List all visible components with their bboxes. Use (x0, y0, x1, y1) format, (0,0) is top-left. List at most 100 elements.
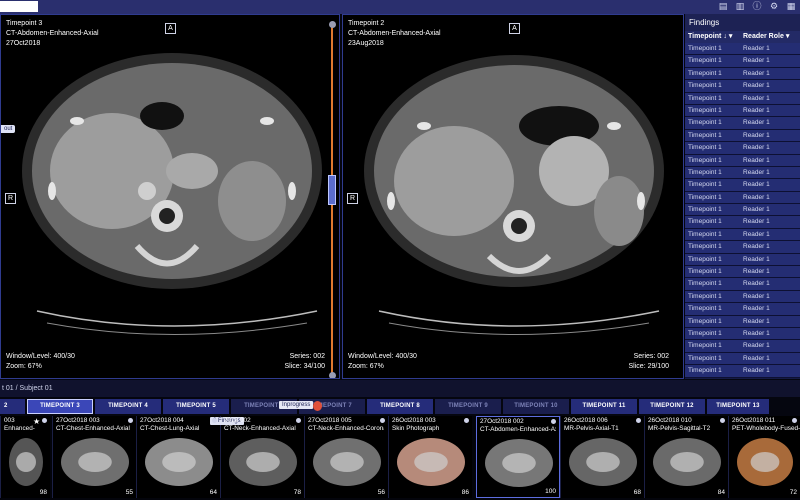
finding-timepoint: Timepoint 1 (688, 131, 722, 139)
column-reader-role[interactable]: Reader Role ▾ (740, 31, 800, 43)
finding-timepoint: Timepoint 1 (688, 156, 722, 164)
series-thumbnail[interactable]: 27Oct2018 004 CT-Chest-Lung-Axial 64 (136, 416, 220, 498)
tab-timepoint[interactable]: 2 (0, 399, 25, 414)
series-thumbnail[interactable]: 27Oct2018 005 CT-Neck-Enhanced-Coronal 56 (304, 416, 388, 498)
finding-timepoint: Timepoint 1 (688, 82, 722, 90)
finding-row[interactable]: Timepoint 1 Reader 1 (685, 216, 800, 229)
finding-reader-role: Reader 1 (743, 305, 770, 313)
info-icon[interactable]: ⓘ (752, 2, 762, 12)
finding-row[interactable]: Timepoint 1 Reader 1 (685, 55, 800, 68)
viewport-info-bottom-right: Series: 002 Slice: 29/100 (628, 353, 669, 370)
finding-row[interactable]: Timepoint 1 Reader 1 (685, 204, 800, 217)
thumbnail-status-icon (792, 418, 797, 423)
scrollbar-thumb[interactable] (328, 175, 336, 205)
viewport-left[interactable]: Timepoint 3 CT-Abdomen-Enhanced-Axial 27… (0, 14, 340, 379)
finding-row[interactable]: Timepoint 1 Reader 1 (685, 166, 800, 180)
image-count: 78 (293, 489, 301, 496)
filter-icon[interactable]: ▾ (786, 31, 790, 43)
findings-table-body: Timepoint 1 Reader 1 Timepoint 1 Reader 1 Ti… (685, 43, 800, 378)
finding-reader-role: Reader 1 (743, 255, 770, 263)
thumbnail-title: 26Oct2018 011PET-Wholebody-Fused-Axial (732, 417, 800, 432)
finding-row[interactable]: Timepoint 1 Reader 1 (685, 340, 800, 353)
thumbnail-status-icon (464, 418, 469, 423)
gear-icon[interactable]: ⚙ (769, 2, 779, 12)
orientation-marker-top: A (509, 23, 520, 34)
finding-reader-role: Reader 1 (743, 218, 770, 226)
tab-timepoint[interactable]: TIMEPOINT 9 (435, 399, 501, 414)
finding-row[interactable]: Timepoint 1 Reader 1 (685, 303, 800, 316)
viewport-info-bottom-right: Series: 002 Slice: 34/100 (284, 353, 325, 370)
finding-row[interactable]: Timepoint 1 Reader 1 (685, 154, 800, 167)
finding-row[interactable]: Timepoint 1 Reader 1 (685, 327, 800, 341)
finding-reader-role: Reader 1 (743, 131, 770, 139)
finding-row[interactable]: Timepoint 1 Reader 1 (685, 241, 800, 254)
scroll-up-icon[interactable] (329, 21, 336, 28)
finding-row[interactable]: Timepoint 1 Reader 1 (685, 80, 800, 93)
finding-reader-role: Reader 1 (743, 268, 770, 276)
top-bar: ▤ ▥ ⓘ ⚙ ▦ (0, 0, 800, 14)
tab-timepoint[interactable]: TIMEPOINT 13 (707, 399, 769, 414)
finding-reader-role: Reader 1 (743, 342, 770, 350)
series-thumbnail[interactable]: 26Oct2018 006 MR-Pelvis-Axial-T1 68 (560, 416, 644, 498)
tab-timepoint[interactable]: TIMEPOINT 3 (27, 399, 93, 414)
tab-timepoint[interactable]: TIMEPOINT 5 (163, 399, 229, 414)
folder-icon[interactable]: ▤ (718, 2, 728, 12)
finding-row[interactable]: Timepoint 1 Reader 1 (685, 104, 800, 118)
side-panel-tab[interactable]: out (1, 125, 16, 133)
status-badge (313, 401, 322, 411)
column-timepoint[interactable]: Timepoint ↓ ▾ (685, 31, 740, 43)
series-thumbnail[interactable]: 003 Enhanced- 98 (0, 416, 50, 498)
finding-row[interactable]: Timepoint 1 Reader 1 (685, 92, 800, 105)
finding-row[interactable]: Timepoint 1 Reader 1 (685, 290, 800, 304)
series-thumbnail[interactable]: 2018 002 CT-Neck-Enhanced-Axial 78 (220, 416, 304, 498)
finding-row[interactable]: Timepoint 1 Reader 1 (685, 315, 800, 328)
finding-row[interactable]: Timepoint 1 Reader 1 (685, 117, 800, 130)
star-icon[interactable]: ★ (33, 417, 40, 426)
viewport-info-bottom-left: Window/Level: 400/30 Zoom: 67% (6, 353, 75, 370)
finding-reader-role: Reader 1 (743, 69, 770, 77)
finding-reader-role: Reader 1 (743, 230, 770, 238)
finding-reader-role: Reader 1 (743, 168, 770, 176)
finding-row[interactable]: Timepoint 1 Reader 1 (685, 129, 800, 143)
finding-reader-role: Reader 1 (743, 243, 770, 251)
finding-row[interactable]: Timepoint 1 Reader 1 (685, 365, 800, 378)
orientation-marker-left: R (347, 193, 358, 204)
ct-scan-image (22, 53, 322, 335)
findings-table-header: Timepoint ↓ ▾ Reader Role ▾ (685, 31, 800, 43)
finding-row[interactable]: Timepoint 1 Reader 1 (685, 352, 800, 366)
viewport-right[interactable]: Timepoint 2 CT-Abdomen-Enhanced-Axial 23… (342, 14, 684, 379)
tab-timepoint[interactable]: TIMEPOINT 4 (95, 399, 161, 414)
ct-scan-image (364, 55, 664, 335)
finding-row[interactable]: Timepoint 1 Reader 1 (685, 43, 800, 56)
finding-row[interactable]: Timepoint 1 Reader 1 (685, 266, 800, 279)
finding-timepoint: Timepoint 1 (688, 367, 722, 375)
finding-row[interactable]: Timepoint 1 Reader 1 (685, 228, 800, 242)
finding-row[interactable]: Timepoint 1 Reader 1 (685, 67, 800, 81)
filter-icon[interactable]: ▾ (729, 31, 733, 43)
series-thumbnail[interactable]: 27Oct2018 003 CT-Chest-Enhanced-Axial 55 (52, 416, 136, 498)
scroll-down-icon[interactable] (329, 372, 336, 378)
finding-reader-role: Reader 1 (743, 329, 770, 337)
series-thumbnail[interactable]: 26Oct2018 003 Skin Photograph 86 (388, 416, 472, 498)
book-icon[interactable]: ▥ (735, 2, 745, 12)
image-count: 72 (789, 489, 797, 496)
tab-timepoint[interactable]: TIMEPOINT 11 (571, 399, 637, 414)
slice-scrollbar[interactable] (328, 21, 336, 378)
series-thumbnail[interactable]: 26Oct2018 011PET-Wholebody-Fused-Axial 72 (728, 416, 800, 498)
finding-reader-role: Reader 1 (743, 119, 770, 127)
series-thumbnail[interactable]: 26Oct2018 010 MR-Pelvis-Sagittal-T2 84 (644, 416, 728, 498)
finding-row[interactable]: Timepoint 1 Reader 1 (685, 142, 800, 155)
finding-row[interactable]: Timepoint 1 Reader 1 (685, 278, 800, 291)
tab-timepoint[interactable]: TIMEPOINT 12 (639, 399, 705, 414)
image-count: 56 (377, 489, 385, 496)
finding-row[interactable]: Timepoint 1 Reader 1 (685, 179, 800, 192)
thumbnail-title: 2018 002 CT-Neck-Enhanced-Axial (224, 417, 296, 432)
tab-timepoint[interactable]: TIMEPOINT 10 (503, 399, 569, 414)
finding-row[interactable]: Timepoint 1 Reader 1 (685, 191, 800, 205)
grid-icon[interactable]: ▦ (786, 2, 796, 12)
finding-row[interactable]: Timepoint 1 Reader 1 (685, 253, 800, 267)
sort-icon[interactable]: ↓ (723, 31, 727, 43)
series-thumbnail[interactable]: 27Oct2018 002CT-Abdomen-Enhanced-Axial 10… (476, 416, 560, 498)
orientation-marker-top: A (165, 23, 176, 34)
tab-timepoint[interactable]: TIMEPOINT 8 (367, 399, 433, 414)
